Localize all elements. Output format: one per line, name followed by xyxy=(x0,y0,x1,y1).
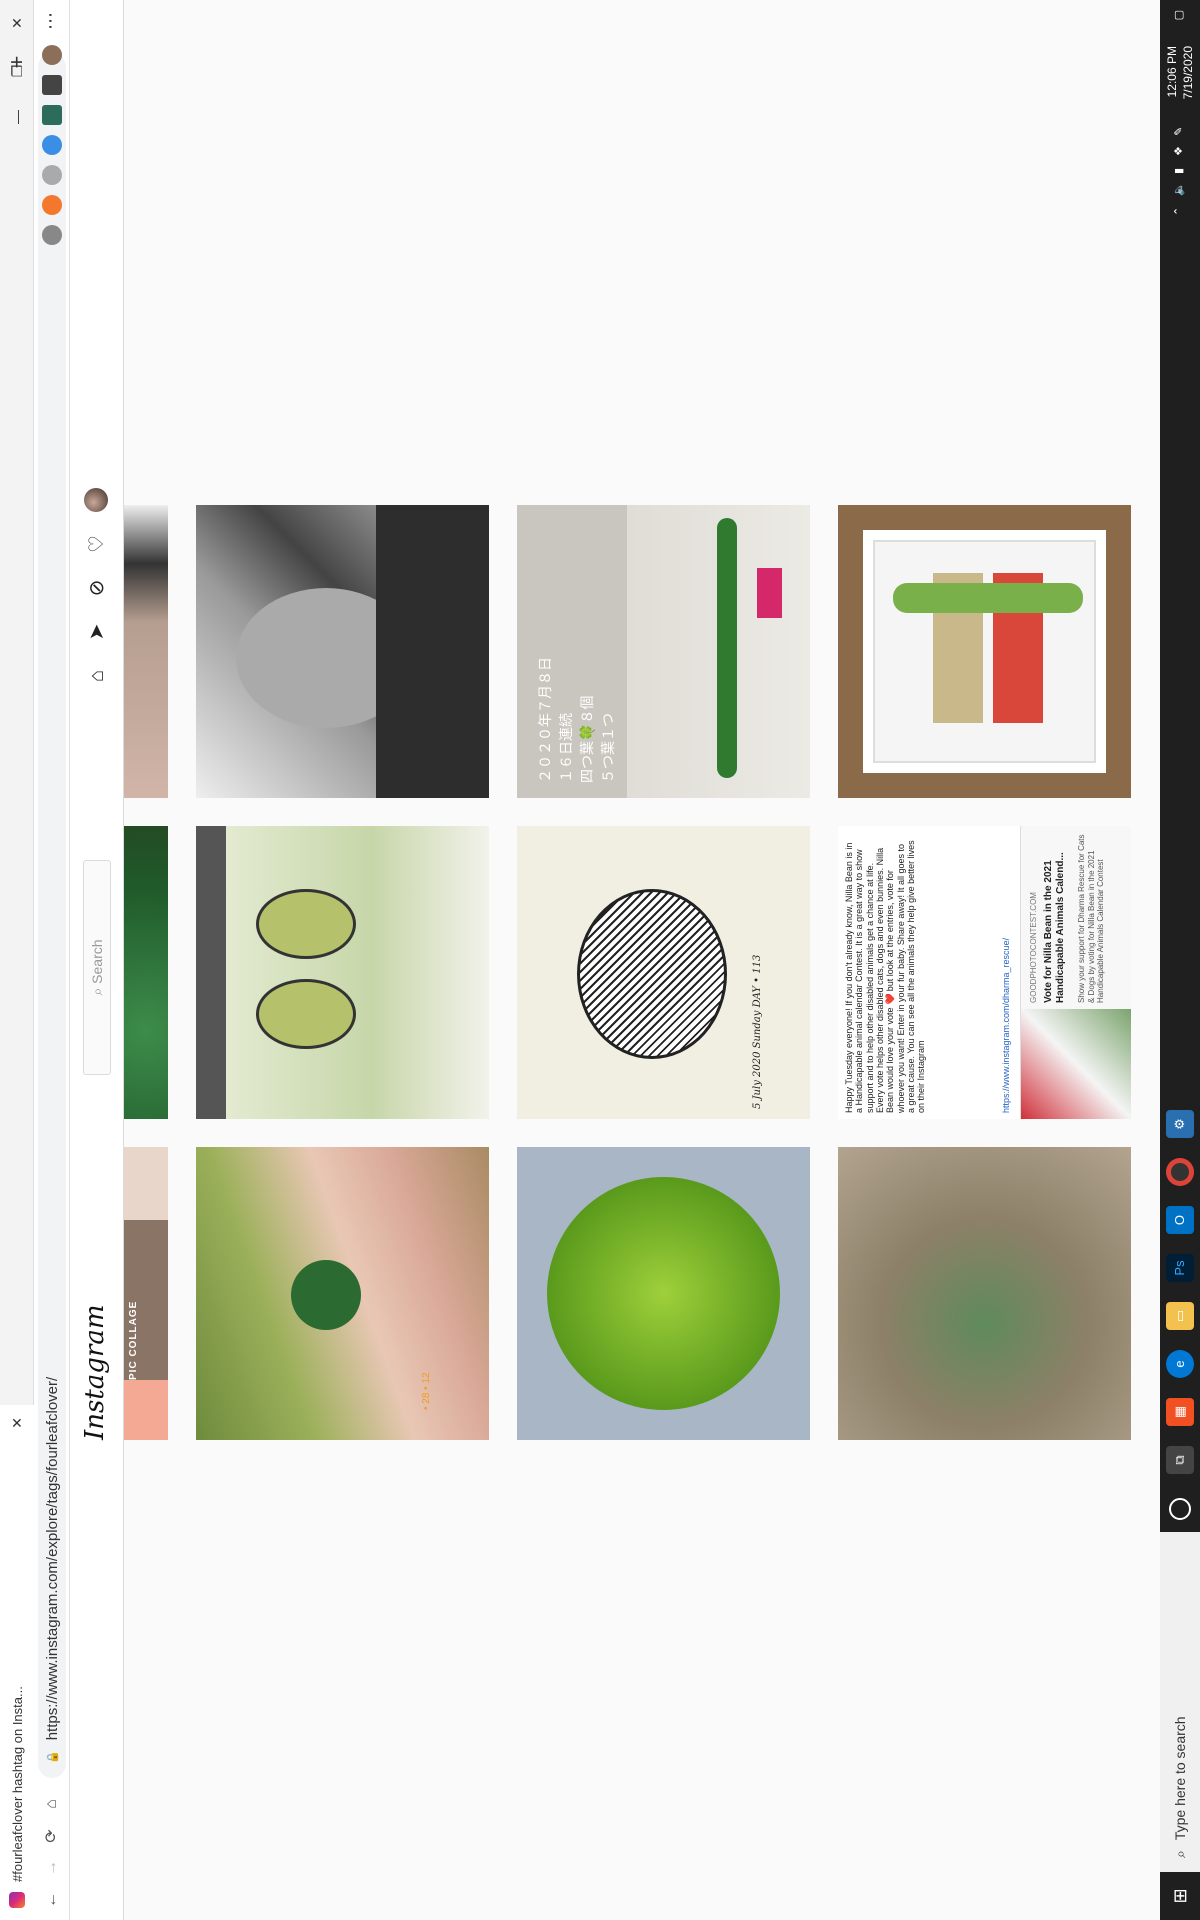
explore-icon[interactable]: ⊘ xyxy=(85,576,109,600)
photo-stamp: • 28 • 12 xyxy=(421,1372,432,1410)
extension-icon-blue[interactable] xyxy=(42,135,62,155)
volume-icon[interactable]: 🔈 xyxy=(1172,182,1185,196)
extension-icon-orange[interactable] xyxy=(42,195,62,215)
photoshop-icon[interactable]: Ps xyxy=(1166,1254,1194,1282)
browser-tab-strip: #fourleafclover hashtag on Insta... ✕ + xyxy=(0,0,34,1920)
post-tile[interactable]: PIC COLLAGE xyxy=(124,1147,168,1440)
extension-icon-image[interactable] xyxy=(42,105,62,125)
app-icon[interactable]: ⚙ xyxy=(1166,1110,1194,1138)
post-tile[interactable] xyxy=(838,505,1131,798)
battery-icon[interactable]: ▮ xyxy=(1172,168,1185,174)
instagram-header: Instagram ⌕ Search ⌂ ➤ ⊘ ♡ xyxy=(70,0,124,1920)
windows-start-icon[interactable]: ⊞ xyxy=(1160,1872,1200,1920)
tab-title: #fourleafclover hashtag on Insta... xyxy=(9,1686,25,1882)
dropbox-icon[interactable]: ❖ xyxy=(1172,146,1185,156)
ink-date-text: 5 July 2020 Sunday DAY • 113 xyxy=(752,954,763,1109)
pen-icon[interactable]: ✎ xyxy=(1172,127,1185,136)
taskbar-search-input[interactable]: ⌕ Type here to search xyxy=(1160,1532,1200,1872)
earring-shape xyxy=(256,979,356,1049)
profile-avatar-icon[interactable] xyxy=(42,45,62,65)
lock-icon: 🔒 xyxy=(46,1750,59,1764)
cortana-icon[interactable] xyxy=(1169,1498,1191,1520)
extension-icon-circle[interactable] xyxy=(42,165,62,185)
tray-chevron-icon[interactable]: ⌃ xyxy=(1172,207,1185,216)
clover-shape xyxy=(291,1260,361,1330)
hook-bar xyxy=(196,826,226,1119)
instagram-logo[interactable]: Instagram xyxy=(80,1304,110,1440)
search-input[interactable]: ⌕ Search xyxy=(83,860,111,1075)
direct-icon[interactable]: ➤ xyxy=(85,620,109,644)
taskbar-search-placeholder: Type here to search xyxy=(1172,1716,1188,1841)
preview-subtext: Show your support for Dharma Rescue for … xyxy=(1077,834,1106,1003)
store-icon[interactable]: ▦ xyxy=(1166,1398,1194,1426)
jp-line-2: １６日連続 xyxy=(558,713,574,783)
jp-line-4: ５つ葉１つ xyxy=(600,713,616,783)
search-icon: ⌕ xyxy=(89,983,105,996)
clover-row xyxy=(717,518,737,778)
outlook-icon[interactable]: O xyxy=(1166,1206,1194,1234)
post-tile[interactable]: • 28 • 12 xyxy=(196,1147,489,1440)
post-tile[interactable] xyxy=(196,826,489,1119)
minimize-button[interactable]: — xyxy=(0,94,34,140)
post-tile[interactable] xyxy=(517,1147,810,1440)
url-text: https://www.instagram.com/explore/tags/f… xyxy=(43,1376,61,1741)
post-tile[interactable] xyxy=(124,505,168,798)
portrait-hair xyxy=(376,505,489,798)
post-tile[interactable]: ２０２０年７月８日 １６日連続 四つ葉🍀８個 ５つ葉１つ xyxy=(517,505,810,798)
jp-line-1: ２０２０年７月８日 xyxy=(537,657,553,783)
browser-menu-icon[interactable]: ⋯ xyxy=(40,9,61,33)
screen-root: #fourleafclover hashtag on Insta... ✕ + … xyxy=(0,0,1200,1920)
japanese-caption: ２０２０年７月８日 １６日連続 四つ葉🍀８個 ５つ葉１つ xyxy=(535,657,619,783)
drawing-tree xyxy=(893,583,1083,613)
post-tile[interactable]: Happy Tuesday everyone! If you don't alr… xyxy=(838,826,1131,1119)
activity-heart-icon[interactable]: ♡ xyxy=(85,532,109,556)
picture-frame xyxy=(863,530,1106,773)
preview-headline: Vote for Nilla Bean in the 2021 Handicap… xyxy=(1043,852,1066,1003)
search-icon: ⌕ xyxy=(1171,1850,1188,1858)
post-tile[interactable]: 5 July 2020 Sunday DAY • 113 xyxy=(517,826,810,1119)
clock-time: 12:06 PM xyxy=(1165,46,1179,98)
windows-taskbar: ⊞ ⌕ Type here to search ⧉ ▦ e ▭ Ps O ⚙ ⌃… xyxy=(1160,0,1200,1920)
maximize-button[interactable]: ❐ xyxy=(0,48,34,94)
tab-close-icon[interactable]: ✕ xyxy=(9,1417,26,1429)
taskbar-clock[interactable]: 12:06 PM 7/19/2020 xyxy=(1164,46,1196,99)
instagram-favicon-icon xyxy=(9,1892,25,1908)
close-window-button[interactable]: ✕ xyxy=(0,0,34,46)
preview-site: GOODPHOTOCONTEST.COM xyxy=(1029,892,1038,1003)
browser-tab-active[interactable]: #fourleafclover hashtag on Insta... ✕ xyxy=(0,1405,34,1920)
system-tray: ⌃ 🔈 ▮ ❖ ✎ 12:06 PM 7/19/2020 ▢ xyxy=(1160,0,1200,220)
ink-clover-drawing xyxy=(577,889,727,1059)
file-explorer-icon[interactable]: ▭ xyxy=(1166,1302,1194,1330)
chrome-icon[interactable] xyxy=(1166,1158,1194,1186)
profile-avatar[interactable] xyxy=(84,488,108,512)
notifications-icon[interactable]: ▢ xyxy=(1172,10,1185,20)
post-tile[interactable] xyxy=(838,1147,1131,1440)
extensions-puzzle-icon[interactable] xyxy=(42,75,62,95)
post-grid: PIC COLLAGE • 28 • 12 5 July 2020 Sunday… xyxy=(124,480,1134,1440)
pink-object xyxy=(757,568,782,618)
link-preview-card[interactable]: GOODPHOTOCONTEST.COM Vote for Nilla Bean… xyxy=(1020,826,1131,1119)
edge-icon[interactable]: e xyxy=(1166,1350,1194,1378)
post-tile[interactable] xyxy=(196,505,489,798)
browser-toolbar: ← → ⟳ ⌂ 🔒 https://www.instagram.com/expl… xyxy=(34,0,70,1920)
back-arrow-icon[interactable]: ← xyxy=(40,1888,64,1912)
home-icon[interactable]: ⌂ xyxy=(85,664,109,688)
reload-icon[interactable]: ⟳ xyxy=(40,1824,64,1848)
large-clover-shape xyxy=(547,1177,780,1410)
preview-image xyxy=(1021,1009,1131,1119)
task-view-icon[interactable]: ⧉ xyxy=(1166,1446,1194,1474)
address-bar[interactable]: 🔒 https://www.instagram.com/explore/tags… xyxy=(38,53,66,1778)
forward-arrow-icon[interactable]: → xyxy=(40,1856,64,1880)
post-link[interactable]: https://www.instagram.com/dharma_rescue/ xyxy=(1001,838,1012,1113)
extension-icon-g[interactable] xyxy=(42,225,62,245)
post-tile[interactable] xyxy=(124,826,168,1119)
post-text: Happy Tuesday everyone! If you don't alr… xyxy=(844,840,927,1113)
clock-date: 7/19/2020 xyxy=(1181,46,1195,100)
search-placeholder: Search xyxy=(89,939,105,984)
jp-line-3: 四つ葉🍀８個 xyxy=(579,695,595,783)
home-icon[interactable]: ⌂ xyxy=(40,1792,64,1816)
collage-label: PIC COLLAGE xyxy=(128,1300,139,1380)
earring-shape xyxy=(256,889,356,959)
